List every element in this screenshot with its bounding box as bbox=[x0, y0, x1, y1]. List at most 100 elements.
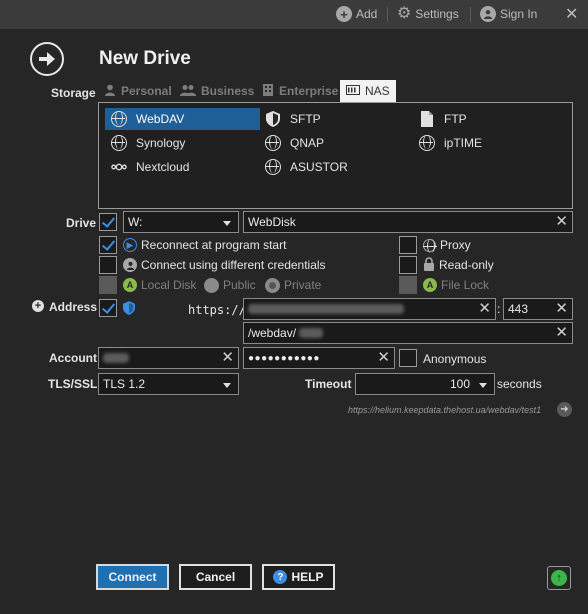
play-icon: ▶ bbox=[123, 238, 137, 252]
chevron-down-icon bbox=[223, 221, 231, 226]
clear-icon[interactable]: ✕ bbox=[478, 301, 491, 317]
file-lock-checkbox[interactable] bbox=[399, 276, 417, 294]
globe-icon bbox=[111, 135, 127, 151]
private-radio[interactable]: Private bbox=[265, 276, 321, 294]
globe-icon bbox=[419, 135, 435, 151]
tab-business[interactable]: Business bbox=[180, 80, 254, 102]
clear-icon[interactable]: ✕ bbox=[555, 325, 568, 341]
gear-icon: ⚙ bbox=[397, 5, 412, 22]
connect-button[interactable]: Connect bbox=[96, 564, 169, 590]
username-input[interactable]: ✕ bbox=[98, 347, 239, 369]
globe-icon bbox=[265, 159, 281, 175]
different-credentials-option: Connect using different credentials bbox=[123, 256, 326, 274]
plus-icon: + bbox=[336, 6, 352, 22]
radio-icon bbox=[204, 277, 219, 293]
public-radio[interactable]: Public bbox=[204, 276, 256, 294]
top-bar: + Add ⚙ Settings Sign In ✕ bbox=[0, 0, 588, 29]
upload-button[interactable]: ↑ bbox=[547, 566, 571, 590]
sign-in-label: Sign In bbox=[500, 7, 538, 21]
chevron-down-icon bbox=[479, 383, 487, 388]
dialog-title: New Drive bbox=[99, 48, 191, 69]
host-input[interactable]: ✕ bbox=[243, 298, 496, 320]
proxy-option: Proxy bbox=[423, 236, 471, 254]
clear-icon[interactable]: ✕ bbox=[555, 214, 568, 230]
storage-label: Storage bbox=[51, 86, 96, 100]
reconnect-checkbox[interactable] bbox=[99, 236, 117, 254]
proxy-checkbox[interactable] bbox=[399, 236, 417, 254]
port-separator: : bbox=[497, 302, 501, 316]
drive-name-input[interactable]: WebDisk ✕ bbox=[243, 211, 573, 233]
url-preview: https://helium.keepdata.thehost.ua/webda… bbox=[348, 405, 542, 415]
file-icon bbox=[419, 111, 435, 127]
a-icon: A bbox=[423, 278, 437, 292]
clear-icon[interactable]: ✕ bbox=[377, 350, 390, 366]
separator bbox=[470, 7, 471, 22]
protocol-iptime[interactable]: ipTIME bbox=[413, 132, 563, 154]
address-label: Address bbox=[49, 300, 98, 314]
radio-icon bbox=[265, 277, 280, 293]
help-icon: ? bbox=[273, 570, 288, 584]
settings-label: Settings bbox=[415, 7, 459, 21]
reconnect-option: ▶ Reconnect at program start bbox=[123, 236, 286, 254]
protocol-asustor[interactable]: ASUSTOR bbox=[259, 156, 409, 178]
clear-icon[interactable]: ✕ bbox=[221, 350, 234, 366]
tls-label: TLS/SSL bbox=[48, 377, 98, 391]
help-button[interactable]: ? HELP bbox=[262, 564, 335, 590]
separator bbox=[387, 7, 388, 22]
building-icon bbox=[262, 83, 274, 99]
person-icon bbox=[104, 84, 116, 99]
close-icon[interactable]: ✕ bbox=[565, 4, 578, 24]
seconds-label: seconds bbox=[497, 377, 542, 391]
file-lock-option: A File Lock bbox=[423, 276, 489, 294]
arrow-right-icon[interactable]: ➜ bbox=[557, 402, 572, 417]
protocol-qnap[interactable]: QNAP bbox=[259, 132, 409, 154]
address-checkbox[interactable] bbox=[99, 299, 117, 317]
timeout-select[interactable]: 100 bbox=[355, 373, 495, 395]
settings-button[interactable]: ⚙ Settings bbox=[397, 5, 459, 23]
protocol-list: WebDAV SFTP FTP Synology QNAP ipTIME Nex… bbox=[98, 102, 573, 209]
drive-label: Drive bbox=[66, 216, 97, 230]
shield-icon bbox=[265, 111, 281, 127]
protocol-sftp[interactable]: SFTP bbox=[259, 108, 409, 130]
clear-icon[interactable]: ✕ bbox=[555, 301, 568, 317]
add-label: Add bbox=[356, 7, 378, 21]
tls-select[interactable]: TLS 1.2 bbox=[98, 373, 239, 395]
anonymous-checkbox[interactable] bbox=[399, 349, 417, 367]
protocol-webdav[interactable]: WebDAV bbox=[105, 108, 260, 130]
username-redacted bbox=[103, 353, 129, 363]
account-label: Account bbox=[49, 351, 97, 365]
sign-in-button[interactable]: Sign In bbox=[480, 5, 537, 23]
arrow-right-icon bbox=[30, 42, 64, 76]
password-input[interactable]: ●●●●●●●●●●● ✕ bbox=[243, 347, 395, 369]
timeout-label: Timeout bbox=[305, 377, 352, 391]
cancel-button[interactable]: Cancel bbox=[179, 564, 252, 590]
protocol-synology[interactable]: Synology bbox=[105, 132, 255, 154]
protocol-ftp[interactable]: FTP bbox=[413, 108, 563, 130]
drive-letter-select[interactable]: W: bbox=[123, 211, 239, 233]
chevron-down-icon bbox=[223, 383, 231, 388]
add-button[interactable]: + Add bbox=[336, 5, 377, 23]
a-icon: A bbox=[123, 278, 137, 292]
people-icon bbox=[180, 84, 196, 99]
user-icon bbox=[480, 6, 496, 22]
drive-checkbox[interactable] bbox=[99, 213, 117, 231]
protocol-nextcloud[interactable]: Nextcloud bbox=[105, 156, 255, 178]
different-credentials-checkbox[interactable] bbox=[99, 256, 117, 274]
tab-enterprise[interactable]: Enterprise bbox=[262, 80, 338, 102]
lock-icon bbox=[423, 256, 435, 274]
plus-icon[interactable]: + bbox=[32, 300, 44, 312]
local-disk-checkbox[interactable] bbox=[99, 276, 117, 294]
local-disk-option: A Local Disk bbox=[123, 276, 196, 294]
globe-icon bbox=[265, 135, 281, 151]
new-drive-dialog: New Drive Storage Personal Business Ente… bbox=[0, 29, 588, 614]
read-only-checkbox[interactable] bbox=[399, 256, 417, 274]
tab-personal[interactable]: Personal bbox=[104, 80, 172, 102]
anonymous-label: Anonymous bbox=[423, 352, 487, 366]
tab-nas[interactable]: NAS bbox=[340, 80, 396, 102]
arrow-up-icon: ↑ bbox=[551, 570, 567, 586]
globe-icon bbox=[423, 238, 437, 253]
path-input[interactable]: /webdav/ ✕ bbox=[243, 322, 573, 344]
port-input[interactable]: 443 ✕ bbox=[503, 298, 573, 320]
path-redacted bbox=[299, 328, 324, 338]
user-icon bbox=[123, 258, 137, 272]
